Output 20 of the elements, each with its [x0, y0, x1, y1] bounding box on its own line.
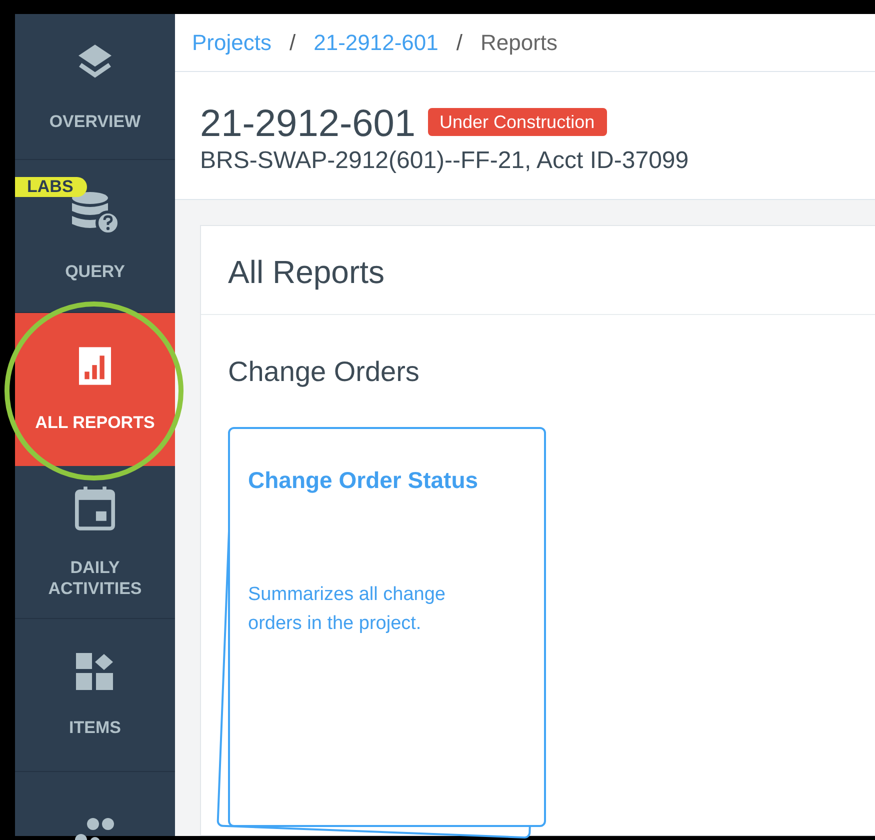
database-question-icon — [70, 190, 120, 234]
shapes-icon — [76, 652, 114, 690]
labs-badge: LABS — [15, 177, 88, 197]
project-title: 21-2912-601 — [200, 103, 416, 145]
sidebar-item[interactable]: DAILY ACTIVITIES — [15, 466, 175, 619]
project-subtitle: BRS-SWAP-2912(601)--FF-21, Acct ID-37099 — [200, 146, 690, 176]
breadcrumb-separator: / — [289, 29, 296, 57]
status-badge: Under Construction — [428, 108, 607, 136]
report-chart-icon — [79, 346, 111, 386]
report-title: Change Order Status — [248, 466, 480, 495]
panel-title: All Reports — [201, 226, 875, 315]
breadcrumb-separator: / — [456, 29, 463, 57]
sidebar-item[interactable]: ALL REPORTS — [15, 313, 175, 466]
sidebar-item[interactable]: ITEMS — [15, 619, 175, 772]
calendar-icon — [75, 486, 115, 530]
report-description: Summarizes all change orders in the project. — [248, 582, 446, 636]
dots-icon — [75, 816, 115, 840]
section-title: Change Orders — [227, 355, 420, 389]
breadcrumb-current: Reports — [480, 29, 558, 57]
sidebar-item[interactable]: LABS QUERY — [15, 160, 175, 313]
